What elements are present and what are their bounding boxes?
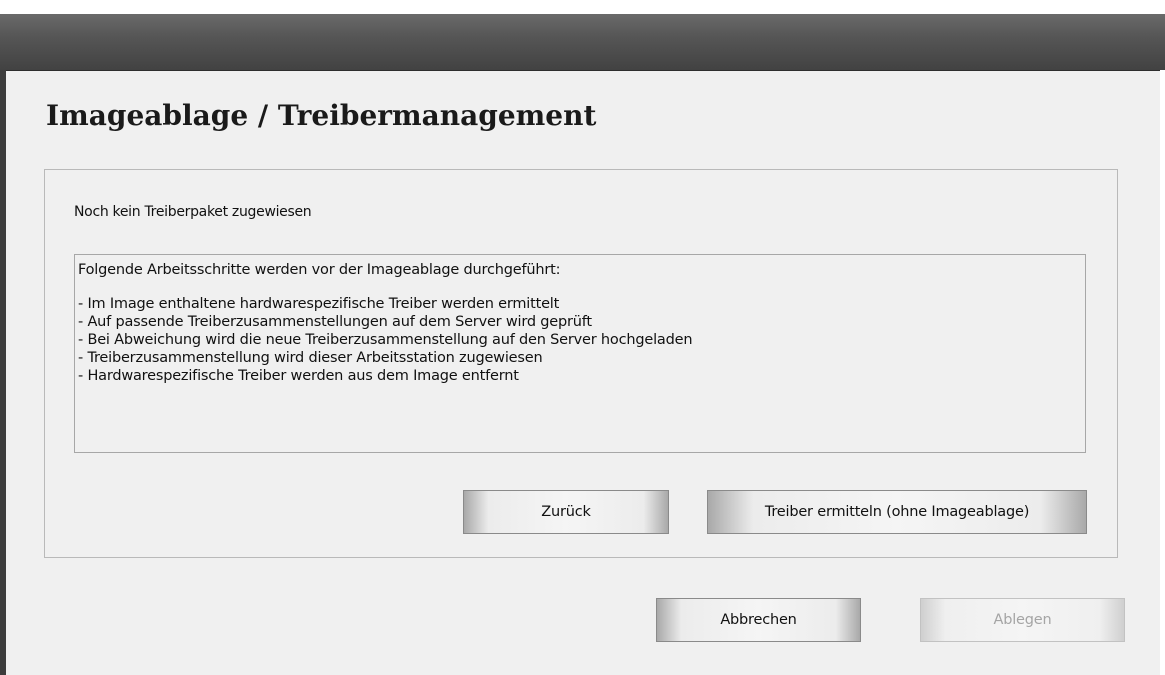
steps-info-box: Folgende Arbeitsschritte werden vor der … [74, 254, 1086, 453]
detect-drivers-button[interactable]: Treiber ermitteln (ohne Imageablage) [707, 490, 1087, 534]
window-frame-right [1160, 70, 1165, 675]
window-frame-left [0, 70, 6, 675]
step-item: - Hardwarespezifische Treiber werden aus… [78, 368, 519, 384]
title-bar[interactable] [0, 14, 1165, 71]
store-button[interactable]: Ablegen [920, 598, 1125, 642]
step-item: - Im Image enthaltene hardwarespezifisch… [78, 296, 560, 312]
driver-status-text: Noch kein Treiberpaket zugewiesen [74, 204, 312, 220]
driver-group-box: Noch kein Treiberpaket zugewiesen Folgen… [44, 169, 1118, 558]
cancel-button[interactable]: Abbrechen [656, 598, 861, 642]
step-item: - Treiberzusammenstellung wird dieser Ar… [78, 350, 543, 366]
steps-heading: Folgende Arbeitsschritte werden vor der … [78, 262, 561, 278]
dialog-window: Imageablage / Treibermanagement Noch kei… [0, 0, 1165, 675]
back-button[interactable]: Zurück [463, 490, 669, 534]
top-margin [0, 0, 1165, 14]
page-title: Imageablage / Treibermanagement [46, 99, 597, 132]
step-item: - Auf passende Treiberzusammenstellungen… [78, 314, 592, 330]
step-item: - Bei Abweichung wird die neue Treiberzu… [78, 332, 693, 348]
